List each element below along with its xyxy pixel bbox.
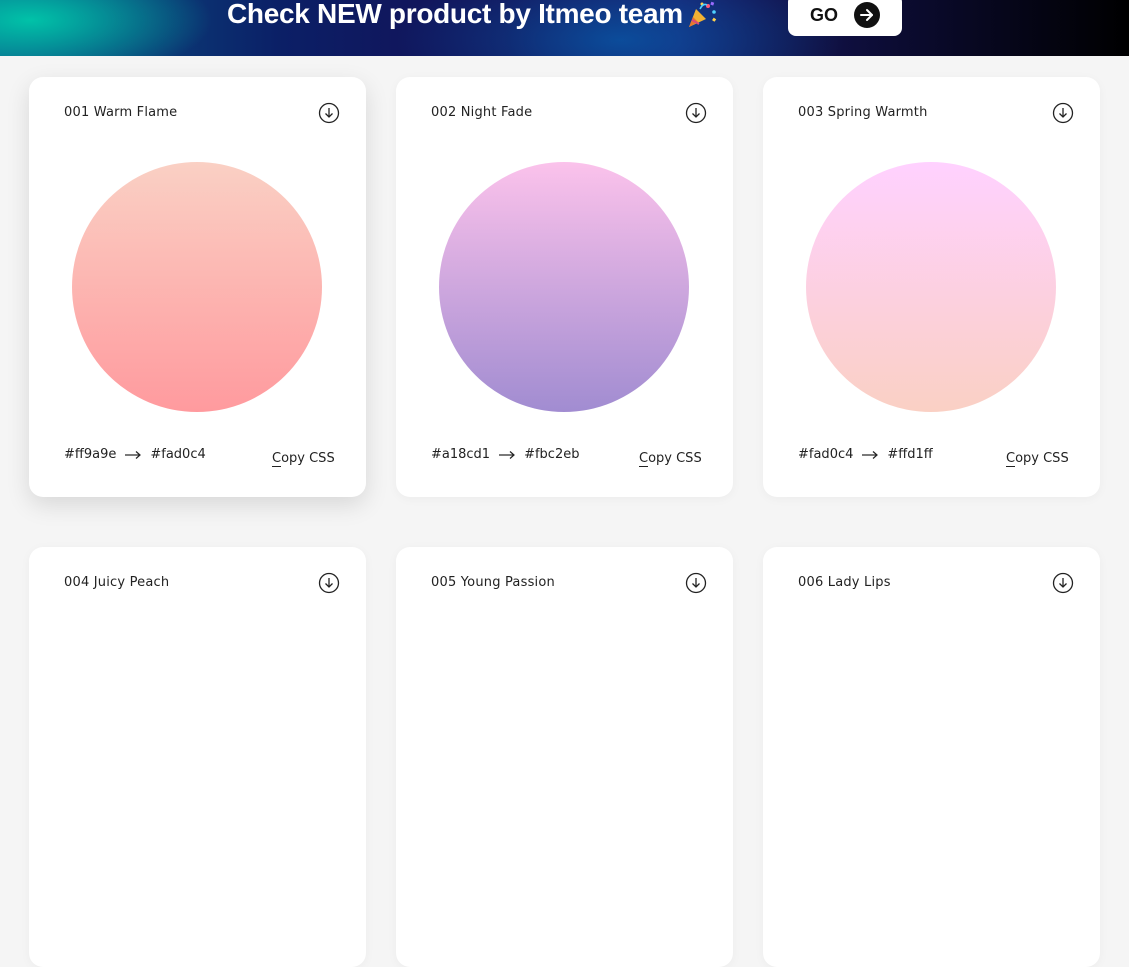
gradient-card[interactable]: 001 Warm Flame #ff9a9e #fad0c4 Copy CSS	[29, 77, 366, 497]
color-codes: #fad0c4 #ffd1ff	[798, 447, 933, 463]
download-icon[interactable]	[685, 102, 707, 124]
copy-css-button[interactable]: Copy CSS	[272, 451, 335, 467]
arrow-right-icon	[854, 2, 880, 28]
gradient-preview	[72, 162, 322, 412]
arrow-right-icon	[499, 450, 515, 459]
copy-css-button[interactable]: Copy CSS	[1006, 451, 1069, 467]
gradient-card[interactable]: 003 Spring Warmth #fad0c4 #ffd1ff Copy CS…	[763, 77, 1100, 497]
copy-css-label: opy CSS	[648, 451, 702, 466]
copy-css-label-initial: C	[639, 451, 649, 467]
copy-css-label: opy CSS	[1015, 451, 1069, 466]
color-to: #fad0c4	[150, 447, 206, 462]
promo-banner: Check NEW product by Itmeo team GO	[0, 0, 1129, 56]
card-title: 003 Spring Warmth	[798, 105, 928, 120]
gradient-card[interactable]: 004 Juicy Peach	[29, 547, 366, 967]
color-from: #fad0c4	[798, 447, 854, 462]
go-button[interactable]: GO	[788, 0, 902, 36]
gradient-card[interactable]: 005 Young Passion	[396, 547, 733, 967]
color-to: #ffd1ff	[887, 447, 933, 462]
copy-css-button[interactable]: Copy CSS	[639, 451, 702, 467]
arrow-right-icon	[862, 450, 879, 459]
card-title: 001 Warm Flame	[64, 105, 178, 120]
card-title: 004 Juicy Peach	[64, 575, 170, 590]
gradient-card[interactable]: 006 Lady Lips	[763, 547, 1100, 967]
card-title: 002 Night Fade	[431, 105, 533, 120]
go-label: GO	[810, 5, 839, 25]
gradient-preview	[439, 162, 689, 412]
gradient-card[interactable]: 002 Night Fade #a18cd1 #fbc2eb Copy CSS	[396, 77, 733, 497]
card-title: 005 Young Passion	[431, 575, 555, 590]
card-title: 006 Lady Lips	[798, 575, 891, 590]
banner-text: Check NEW product by Itmeo team	[227, 0, 683, 29]
copy-css-label-initial: C	[1006, 451, 1016, 467]
color-codes: #a18cd1 #fbc2eb	[431, 447, 579, 463]
color-codes: #ff9a9e #fad0c4	[64, 447, 206, 463]
color-from: #ff9a9e	[64, 447, 117, 462]
gradient-preview	[806, 162, 1056, 412]
download-icon[interactable]	[318, 102, 340, 124]
copy-css-label: opy CSS	[281, 451, 335, 466]
color-to: #fbc2eb	[524, 447, 580, 462]
party-popper-icon	[689, 1, 717, 27]
download-icon[interactable]	[1052, 572, 1074, 594]
copy-css-label-initial: C	[272, 451, 282, 467]
arrow-right-icon	[125, 450, 142, 459]
download-icon[interactable]	[1052, 102, 1074, 124]
download-icon[interactable]	[318, 572, 340, 594]
download-icon[interactable]	[685, 572, 707, 594]
color-from: #a18cd1	[431, 447, 491, 462]
